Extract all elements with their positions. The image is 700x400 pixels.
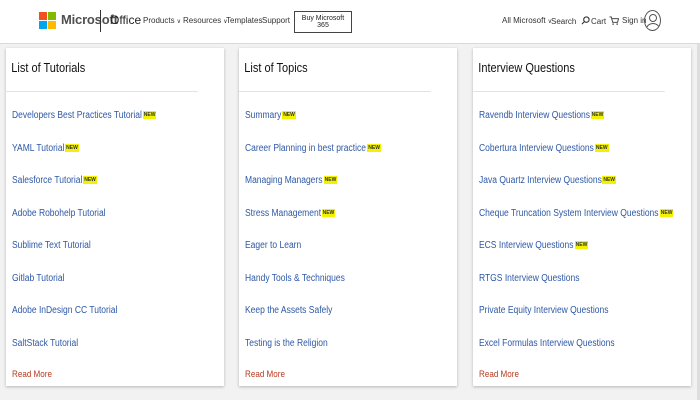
all-microsoft-menu[interactable]: All Microsoft ∨ [502,16,552,25]
list-item-link[interactable]: Gitlab Tutorial [12,273,64,284]
list-item-link[interactable]: Stress Management [245,208,321,219]
list-item[interactable]: Eager to Learn [245,240,455,273]
list-item-link[interactable]: Managing Managers [245,175,322,186]
list-item[interactable]: Gitlab Tutorial [12,273,222,306]
list-item-link[interactable]: Adobe Robohelp Tutorial [12,208,106,219]
new-badge: NEW [367,143,381,152]
site-header: Microsoft Office Products ∨ Resources ∨ Te… [0,0,700,44]
list-item-link[interactable]: Sublime Text Tutorial [12,240,91,251]
new-badge: NEW [659,208,674,217]
new-badge: NEW [602,176,617,184]
list-item[interactable]: YAML Tutorial NEW [12,143,222,176]
cart-icon [609,16,620,25]
list-item-link[interactable]: Career Planning in best practice [245,143,366,154]
list-item-link[interactable]: ECS Interview Questions [479,240,573,251]
list-item[interactable]: Adobe InDesign CC Tutorial [12,305,222,338]
new-badge: NEW [65,143,79,152]
list-item-link[interactable]: Testing is the Religion [245,338,328,349]
search-button[interactable]: Search [551,16,590,26]
new-badge: NEW [574,241,589,249]
list-item[interactable]: Summary NEW [245,110,455,143]
list-item-link[interactable]: Salesforce Tutorial [12,175,82,186]
list-item[interactable]: Developers Best Practices Tutorial NEW [12,110,222,143]
list-item-link[interactable]: Cheque Truncation System Interview Quest… [479,208,659,219]
list-item[interactable]: Handy Tools & Techniques [245,273,455,306]
nav-products[interactable]: Products ∨ [143,16,181,25]
office-link[interactable]: Office [110,13,141,27]
new-badge: NEW [142,111,157,119]
read-more-link[interactable]: Read More [12,369,52,380]
new-badge: NEW [282,111,296,119]
list-item-link[interactable]: Ravendb Interview Questions [479,110,590,121]
card-title: Interview Questions [473,48,665,92]
microsoft-logo-icon[interactable] [39,12,56,29]
card-title: List of Topics [239,48,431,92]
list-item[interactable]: Cobertura Interview Questions NEW [479,143,689,176]
list-item[interactable]: Salesforce Tutorial NEW [12,175,222,208]
list-item-link[interactable]: Cobertura Interview Questions [479,143,594,154]
list-item-link[interactable]: Eager to Learn [245,240,301,251]
interview-questions-list: Ravendb Interview Questions NEW Cobertura… [479,110,689,370]
new-badge: NEW [83,176,97,184]
tutorials-card: List of Tutorials Developers Best Practi… [6,48,224,386]
tutorials-list: Developers Best Practices Tutorial NEW YA… [12,110,222,370]
new-badge: NEW [594,143,609,152]
list-item[interactable]: Excel Formulas Interview Questions [479,338,689,371]
list-item-link[interactable]: YAML Tutorial [12,143,64,154]
list-item-link[interactable]: Excel Formulas Interview Questions [479,338,615,349]
nav-resources[interactable]: Resources ∨ [183,16,228,25]
list-item-link[interactable]: SaltStack Tutorial [12,338,78,349]
nav-products-label: Products [143,16,175,25]
list-item[interactable]: ECS Interview Questions NEW [479,240,689,273]
read-more-link[interactable]: Read More [245,369,285,380]
list-item[interactable]: SaltStack Tutorial [12,338,222,371]
new-badge: NEW [323,176,338,184]
list-item[interactable]: Cheque Truncation System Interview Quest… [479,208,689,241]
nav-support[interactable]: Support [262,16,290,25]
search-label: Search [551,17,577,26]
sign-in-link[interactable]: Sign in [622,16,646,25]
list-item-link[interactable]: Developers Best Practices Tutorial [12,110,142,121]
read-more-link[interactable]: Read More [479,369,519,380]
new-badge: NEW [590,111,605,119]
user-avatar-icon[interactable] [644,10,661,31]
topics-list: Summary NEW Career Planning in best pract… [245,110,455,370]
list-item[interactable]: Java Quartz Interview Questions NEW [479,175,689,208]
list-item[interactable]: Stress Management NEW [245,208,455,241]
header-divider [100,10,101,32]
list-item[interactable]: Adobe Robohelp Tutorial [12,208,222,241]
list-item[interactable]: Career Planning in best practice NEW [245,143,455,176]
cart-label: Cart [591,17,607,26]
cart-button[interactable]: Cart [591,16,620,26]
list-item[interactable]: Managing Managers NEW [245,175,455,208]
list-item[interactable]: Keep the Assets Safely [245,305,455,338]
list-item[interactable]: RTGS Interview Questions [479,273,689,306]
nav-templates[interactable]: Templates [226,16,262,25]
list-item-link[interactable]: Handy Tools & Techniques [245,273,345,284]
list-item-link[interactable]: RTGS Interview Questions [479,273,579,284]
card-title: List of Tutorials [6,48,198,92]
topics-card: List of Topics Summary NEW Career Plannin… [239,48,457,386]
list-item-link[interactable]: Summary [245,110,281,121]
list-item-link[interactable]: Adobe InDesign CC Tutorial [12,305,117,316]
nav-resources-label: Resources [183,16,222,25]
list-item[interactable]: Ravendb Interview Questions NEW [479,110,689,143]
list-item-link[interactable]: Java Quartz Interview Questions [479,175,602,186]
new-badge: NEW [321,208,336,217]
interview-questions-card: Interview Questions Ravendb Interview Qu… [473,48,691,386]
buy-microsoft-365-button[interactable]: Buy Microsoft 365 [294,11,352,33]
list-item[interactable]: Private Equity Interview Questions [479,305,689,338]
chevron-down-icon: ∨ [176,19,181,25]
list-item-link[interactable]: Private Equity Interview Questions [479,305,608,316]
search-icon [581,16,590,25]
list-item-link[interactable]: Keep the Assets Safely [245,305,332,316]
list-item[interactable]: Sublime Text Tutorial [12,240,222,273]
list-item[interactable]: Testing is the Religion [245,338,455,371]
all-microsoft-label: All Microsoft [502,16,546,25]
